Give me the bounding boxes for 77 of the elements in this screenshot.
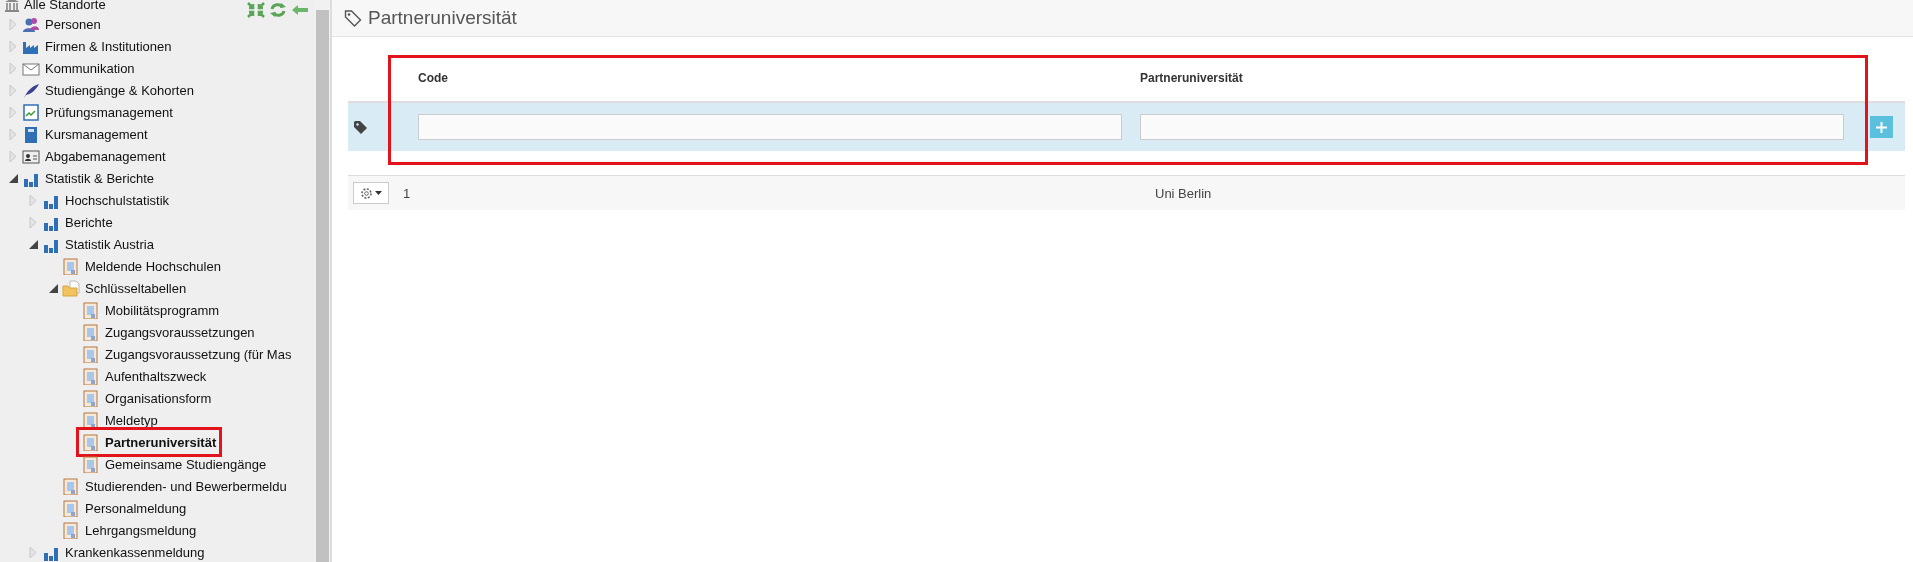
tree-item[interactable]: Kursmanagement bbox=[20, 125, 150, 143]
collapsed-triangle-icon[interactable] bbox=[29, 545, 37, 559]
table-document-icon bbox=[82, 345, 100, 363]
tree-item[interactable]: Berichte bbox=[40, 213, 115, 231]
tree-item[interactable]: Kommunikation bbox=[20, 59, 137, 77]
table-document-icon bbox=[62, 499, 80, 517]
tag-icon bbox=[344, 9, 362, 27]
collapsed-triangle-icon[interactable] bbox=[9, 127, 17, 141]
table-document-icon bbox=[82, 389, 100, 407]
tree-item[interactable]: Organisationsform bbox=[80, 389, 214, 407]
tree-item[interactable]: Hochschulstatistik bbox=[40, 191, 172, 209]
collapse-all-icon[interactable] bbox=[247, 2, 265, 18]
tag-icon bbox=[354, 120, 367, 134]
chart-sheet-icon bbox=[22, 103, 40, 121]
tree-item[interactable]: Zugangsvoraussetzung (für Mas bbox=[80, 345, 294, 363]
expanded-triangle-icon[interactable] bbox=[48, 283, 58, 293]
collapsed-triangle-icon[interactable] bbox=[9, 83, 17, 97]
selected-tree-item[interactable]: Partneruniversität bbox=[80, 431, 219, 453]
collapsed-triangle-icon[interactable] bbox=[9, 61, 17, 75]
table-document-icon bbox=[82, 367, 100, 385]
building-icon bbox=[4, 0, 20, 12]
tree-item[interactable]: Studierenden- und Bewerbermeldu bbox=[60, 477, 289, 495]
people-icon bbox=[22, 15, 40, 33]
table-document-icon bbox=[82, 301, 100, 319]
tree-item[interactable]: Aufenthaltszweck bbox=[80, 367, 209, 385]
collapsed-triangle-icon[interactable] bbox=[29, 215, 37, 229]
expanded-triangle-icon[interactable] bbox=[28, 239, 38, 249]
table-document-icon bbox=[62, 521, 80, 539]
collapsed-triangle-icon[interactable] bbox=[9, 17, 17, 31]
input-field[interactable] bbox=[1140, 114, 1844, 140]
left-arrow-icon[interactable] bbox=[291, 2, 309, 18]
tree-item[interactable]: Personalmeldung bbox=[60, 499, 189, 517]
tree-item[interactable]: Statistik Austria bbox=[40, 235, 156, 253]
plus-icon bbox=[1876, 121, 1887, 133]
table-document-icon bbox=[82, 323, 100, 341]
folder-icon bbox=[62, 279, 80, 297]
caret-icon bbox=[375, 191, 382, 195]
table-document-icon bbox=[62, 477, 80, 495]
scrollbar[interactable] bbox=[315, 0, 332, 562]
table-document-icon bbox=[62, 257, 80, 275]
tree-item[interactable]: Gemeinsame Studiengänge bbox=[80, 455, 269, 473]
tree-item[interactable]: Statistik & Berichte bbox=[20, 169, 157, 187]
collapsed-triangle-icon[interactable] bbox=[9, 39, 17, 53]
book-icon bbox=[22, 125, 40, 143]
tree-item[interactable]: Meldetyp bbox=[80, 411, 160, 429]
expanded-triangle-icon[interactable] bbox=[8, 173, 18, 183]
tree-item[interactable]: Mobilitätsprogramm bbox=[80, 301, 222, 319]
tree-item[interactable]: Meldende Hochschulen bbox=[60, 257, 223, 275]
table-cell-text: 1 bbox=[403, 185, 412, 201]
collapsed-triangle-icon[interactable] bbox=[9, 149, 17, 163]
quill-icon bbox=[22, 81, 40, 99]
table-cell-text: Uni Berlin bbox=[1155, 185, 1213, 201]
tree-item[interactable]: Lehrgangsmeldung bbox=[60, 521, 199, 539]
table-document-icon bbox=[82, 455, 100, 473]
tree-item[interactable]: Personen bbox=[20, 15, 103, 33]
tree-item[interactable]: Schlüsseltabellen bbox=[60, 279, 189, 297]
collapsed-triangle-icon[interactable] bbox=[9, 105, 17, 119]
column-header: Partneruniversität bbox=[1140, 71, 1244, 85]
collapsed-triangle-icon[interactable] bbox=[29, 193, 37, 207]
tree-item[interactable]: Prüfungsmanagement bbox=[20, 103, 175, 121]
settings-dropdown-button[interactable] bbox=[353, 182, 389, 204]
input-field[interactable] bbox=[418, 114, 1122, 140]
refresh-icon[interactable] bbox=[269, 2, 287, 18]
tree-item[interactable]: Zugangsvoraussetzungen bbox=[80, 323, 257, 341]
tree-item[interactable]: Abgabemanagement bbox=[20, 147, 168, 165]
tree-item[interactable]: Firmen & Institutionen bbox=[20, 37, 174, 55]
table-document-icon bbox=[82, 433, 100, 451]
page-title: Partneruniversität bbox=[368, 7, 517, 29]
tree-item[interactable]: Studiengänge & Kohorten bbox=[20, 81, 196, 99]
tree-item[interactable]: Krankenkassenmeldung bbox=[40, 543, 207, 561]
tree-root-label[interactable]: Alle Standorte bbox=[24, 0, 106, 12]
id-card-icon bbox=[22, 147, 40, 165]
table-document-icon bbox=[82, 411, 100, 429]
add-button[interactable] bbox=[1870, 116, 1893, 138]
column-header: Code bbox=[418, 71, 449, 85]
table-row[interactable]: 1 Uni Berlin bbox=[348, 175, 1905, 210]
gear-icon bbox=[360, 186, 373, 200]
